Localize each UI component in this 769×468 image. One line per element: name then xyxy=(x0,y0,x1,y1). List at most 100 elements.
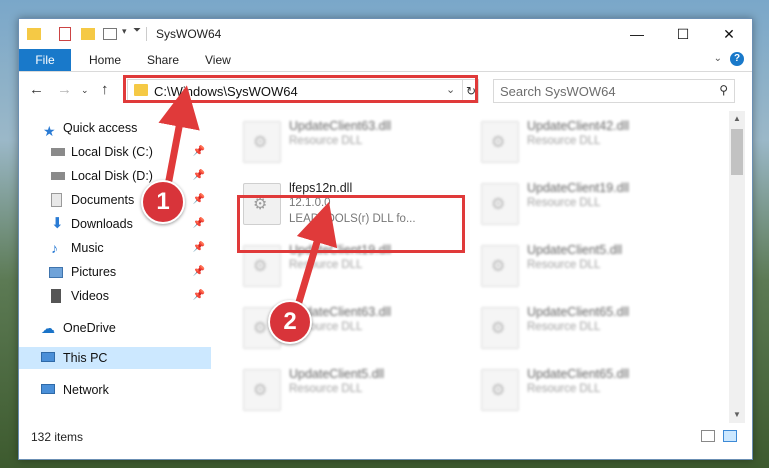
sidebar-item-downloads[interactable]: ⬇ Downloads 📌 xyxy=(19,213,211,235)
sidebar-item-label: Downloads xyxy=(71,217,133,231)
tab-view[interactable]: View xyxy=(205,49,231,71)
window-title: SysWOW64 xyxy=(156,27,222,41)
file-description: Resource DLL xyxy=(289,383,363,395)
navigation-bar: ← → ⌄ ↑ C:\Windows\SysWOW64 ⌄ ↻ Search S… xyxy=(19,72,752,108)
file-item[interactable]: UpdateClient42.dll Resource DLL xyxy=(477,115,702,167)
file-item[interactable]: UpdateClient5.dll Resource DLL xyxy=(239,363,464,415)
search-placeholder: Search SysWOW64 xyxy=(500,84,616,99)
star-icon: ★ xyxy=(43,123,56,139)
search-input[interactable]: Search SysWOW64 ⚲ xyxy=(493,79,735,103)
film-icon xyxy=(51,289,61,303)
quick-access-dropdown-icon[interactable]: ⏷ xyxy=(133,25,141,41)
sidebar-item-local-disk-c[interactable]: Local Disk (C:) 📌 xyxy=(19,141,211,163)
sidebar-item-label: Music xyxy=(71,241,104,255)
sidebar-item-local-disk-d[interactable]: Local Disk (D:) 📌 xyxy=(19,165,211,187)
new-folder-icon[interactable] xyxy=(81,28,95,40)
file-name: UpdateClient19.dll xyxy=(527,181,630,195)
cloud-icon: ☁ xyxy=(41,320,55,336)
file-list: UpdateClient63.dll Resource DLL UpdateCl… xyxy=(215,111,727,423)
dll-file-icon xyxy=(481,369,519,411)
pin-icon[interactable]: 📌 xyxy=(193,213,205,235)
sidebar-item-videos[interactable]: Videos 📌 xyxy=(19,285,211,307)
help-icon[interactable]: ? xyxy=(730,52,744,66)
dll-file-icon xyxy=(243,369,281,411)
recent-locations-icon[interactable]: ⌄ xyxy=(81,85,89,96)
sidebar-item-pictures[interactable]: Pictures 📌 xyxy=(19,261,211,283)
sidebar-item-label: Videos xyxy=(71,289,109,303)
pin-icon[interactable]: 📌 xyxy=(193,237,205,259)
folder-icon xyxy=(27,28,41,40)
pin-icon[interactable]: 📌 xyxy=(193,261,205,283)
file-item[interactable]: UpdateClient63.dll Resource DLL xyxy=(239,115,464,167)
pin-icon[interactable]: 📌 xyxy=(193,189,205,211)
sidebar-item-network[interactable]: Network xyxy=(19,379,211,401)
file-name: UpdateClient5.dll xyxy=(289,367,385,381)
properties-icon[interactable] xyxy=(59,27,71,41)
status-bar: 132 items xyxy=(19,423,752,447)
scroll-down-icon[interactable]: ▼ xyxy=(729,407,745,423)
ribbon-tabs: File Home Share View ⌄ ? xyxy=(19,49,752,72)
tab-share[interactable]: Share xyxy=(147,49,179,71)
drive-icon xyxy=(51,172,65,180)
pin-icon[interactable]: 📌 xyxy=(193,141,205,163)
dll-file-icon xyxy=(481,245,519,287)
tab-file[interactable]: File xyxy=(19,49,71,71)
file-name: UpdateClient63.dll xyxy=(289,119,392,133)
sidebar-item-quick-access[interactable]: ★ Quick access xyxy=(19,117,211,139)
dll-file-icon xyxy=(481,183,519,225)
customize-toolbar-icon[interactable] xyxy=(103,28,117,40)
sidebar-item-label: OneDrive xyxy=(63,321,116,335)
dll-file-icon xyxy=(481,121,519,163)
sidebar-item-music[interactable]: ♪ Music 📌 xyxy=(19,237,211,259)
title-separator xyxy=(146,27,147,41)
vertical-scrollbar[interactable]: ▲ ▼ xyxy=(729,111,745,423)
pictures-icon xyxy=(49,267,63,278)
search-icon[interactable]: ⚲ xyxy=(719,83,728,97)
file-item[interactable]: UpdateClient65.dll Resource DLL xyxy=(477,363,702,415)
pin-icon[interactable]: 📌 xyxy=(193,165,205,187)
file-item[interactable]: UpdateClient5.dll Resource DLL xyxy=(477,239,702,291)
dll-file-icon xyxy=(243,121,281,163)
sidebar-item-label: Documents xyxy=(71,193,135,207)
file-description: Resource DLL xyxy=(527,259,601,271)
sidebar-item-this-pc[interactable]: This PC xyxy=(19,347,211,369)
details-view-icon[interactable] xyxy=(701,430,715,442)
scroll-up-icon[interactable]: ▲ xyxy=(729,111,745,127)
tab-home[interactable]: Home xyxy=(89,49,121,71)
file-description: Resource DLL xyxy=(527,383,601,395)
step-marker-1: 1 xyxy=(141,180,185,224)
expand-ribbon-icon[interactable]: ⌄ xyxy=(714,53,722,64)
file-name: UpdateClient5.dll xyxy=(527,243,623,257)
pin-icon[interactable]: 📌 xyxy=(193,285,205,307)
file-item[interactable]: UpdateClient19.dll Resource DLL xyxy=(477,177,702,229)
minimize-button[interactable]: — xyxy=(614,19,660,49)
file-highlight-box xyxy=(237,195,465,253)
large-icons-view-icon[interactable] xyxy=(723,430,737,442)
up-arrow-icon[interactable]: ↑ xyxy=(101,81,109,98)
sidebar-item-label: This PC xyxy=(63,351,108,365)
forward-arrow-icon[interactable]: → xyxy=(57,81,72,98)
file-description: Resource DLL xyxy=(527,135,601,147)
sidebar-item-label: Quick access xyxy=(63,121,138,135)
sidebar-item-onedrive[interactable]: ☁ OneDrive xyxy=(19,317,211,339)
chevron-down-icon[interactable]: ▾ xyxy=(122,26,127,42)
music-note-icon: ♪ xyxy=(51,240,58,256)
file-description: Resource DLL xyxy=(527,197,601,209)
sidebar-item-label: Local Disk (C:) xyxy=(71,145,153,159)
file-name: lfeps12n.dll xyxy=(289,181,353,195)
item-count: 132 items xyxy=(31,430,84,444)
maximize-button[interactable]: ☐ xyxy=(660,19,706,49)
address-highlight-box xyxy=(123,75,478,103)
file-description: Resource DLL xyxy=(527,321,601,333)
title-bar: ▾ ⏷ SysWOW64 — ☐ ✕ xyxy=(19,19,752,49)
close-button[interactable]: ✕ xyxy=(706,19,752,49)
file-name: UpdateClient65.dll xyxy=(527,367,630,381)
dll-file-icon xyxy=(481,307,519,349)
file-item[interactable]: UpdateClient65.dll Resource DLL xyxy=(477,301,702,353)
sidebar-item-label: Network xyxy=(63,383,109,397)
file-name: UpdateClient42.dll xyxy=(527,119,630,133)
step-marker-2: 2 xyxy=(268,300,312,344)
documents-icon xyxy=(51,193,62,207)
scroll-thumb[interactable] xyxy=(731,129,743,175)
back-arrow-icon[interactable]: ← xyxy=(29,81,44,98)
